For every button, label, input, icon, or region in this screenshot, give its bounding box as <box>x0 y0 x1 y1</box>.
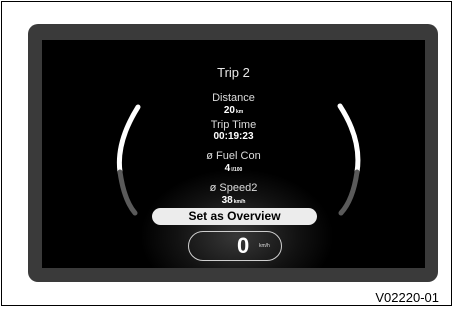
speed-avg-label: ø Speed2 <box>209 182 258 194</box>
figure-frame: Trip 2 Distance 20km Trip Time 00:19:23 … <box>1 1 452 306</box>
trip-title: Trip 2 <box>217 65 250 80</box>
current-speed-value: 0 <box>237 233 250 258</box>
speedometer-readout: 0 km/h <box>188 231 282 261</box>
distance-value: 20km <box>223 105 244 116</box>
current-speed-unit: km/h <box>259 243 270 249</box>
trip-time-value: 00:19:23 <box>213 131 254 142</box>
fuel-con-value: 4l/100 <box>224 163 243 174</box>
instrument-display: Trip 2 Distance 20km Trip Time 00:19:23 … <box>42 40 425 268</box>
figure-caption: V02220-01 <box>375 290 439 305</box>
speed-avg-value: 38km/h <box>221 195 246 206</box>
set-as-overview-button[interactable]: Set as Overview <box>152 208 317 225</box>
distance-label: Distance <box>212 92 255 104</box>
trip-time-label: Trip Time <box>210 119 257 131</box>
fuel-con-label: ø Fuel Con <box>206 150 261 162</box>
